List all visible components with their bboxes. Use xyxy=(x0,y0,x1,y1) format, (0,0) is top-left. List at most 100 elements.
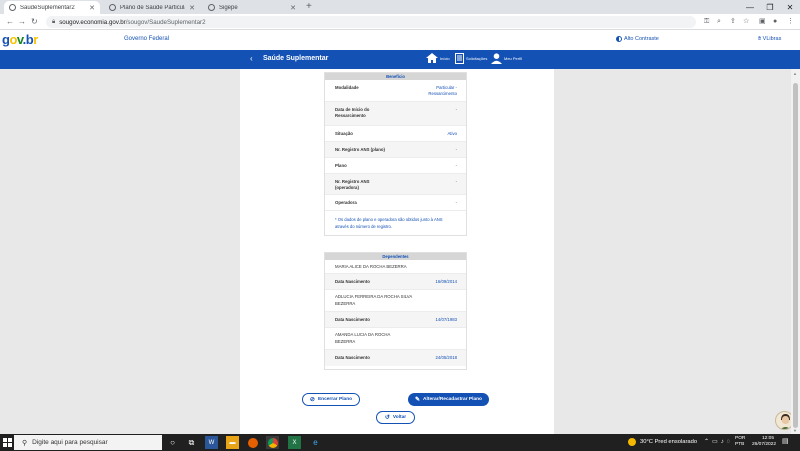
page-favicon-icon xyxy=(208,4,215,11)
page-favicon-icon xyxy=(109,4,116,11)
situacao-value: Ativo xyxy=(447,131,457,136)
edge-icon[interactable]: e xyxy=(309,436,322,449)
user-icon xyxy=(491,53,502,64)
ans-note: * Os dados de plano e operadora são obti… xyxy=(335,217,443,229)
clock-date: 26/07/2022 xyxy=(752,442,777,447)
nav-solicitacoes[interactable]: Solicitações xyxy=(455,53,487,64)
close-tab-icon[interactable]: ✕ xyxy=(189,4,195,12)
page-scrollbar[interactable]: ▲ ▼ xyxy=(791,69,800,434)
undo-icon: ↺ xyxy=(384,415,390,421)
dependent-name-row: ADLUCIA FERREIRA DA ROCHA SILVA BEZERRA xyxy=(325,290,466,312)
notification-icon[interactable]: ▤ xyxy=(782,437,789,445)
url-path: /sougov/SaudeSuplementar2 xyxy=(125,18,206,26)
lock-icon: 🔒︎ xyxy=(52,18,56,25)
firefox-icon[interactable] xyxy=(246,436,259,449)
minimize-icon[interactable]: — xyxy=(740,0,760,14)
address-bar[interactable]: 🔒︎ sougov.economia.gov.br /sougov/SaudeS… xyxy=(46,16,696,28)
file-explorer-icon[interactable]: ▬ xyxy=(226,436,239,449)
excel-app-icon[interactable]: X xyxy=(288,436,301,449)
encerrar-plano-label: Encerrar Plano xyxy=(317,397,353,402)
key-icon[interactable]: ⚿ xyxy=(704,17,709,27)
close-tab-icon[interactable]: ✕ xyxy=(89,4,95,12)
tab-label: SaudeSuplementar2 xyxy=(20,4,75,11)
beneficio-header: Benefício xyxy=(325,73,466,80)
document-icon xyxy=(455,53,464,64)
restore-icon[interactable]: ❐ xyxy=(760,0,780,14)
side-panel-icon[interactable]: ▣ xyxy=(759,17,766,27)
plano-value: - xyxy=(455,163,457,168)
dependentes-header: Dependentes xyxy=(325,253,466,260)
weather-text: 30°C Pred ensolarado xyxy=(640,439,698,445)
back-chevron-icon[interactable]: ‹ xyxy=(250,54,253,63)
close-tab-icon[interactable]: ✕ xyxy=(290,4,296,12)
profile-icon[interactable]: ● xyxy=(773,17,777,27)
back-arrow-icon[interactable]: ← xyxy=(6,16,14,28)
scroll-down-arrow-icon[interactable]: ▼ xyxy=(793,428,797,433)
menu-dots-icon[interactable]: ⋮ xyxy=(787,17,794,27)
pencil-icon: ✎ xyxy=(415,397,421,403)
browser-tab-saude-suplementar[interactable]: SaudeSuplementar2 ✕ xyxy=(4,1,100,14)
sun-icon xyxy=(628,438,636,446)
input-language[interactable]: POR PTB xyxy=(735,436,745,448)
encerrar-plano-button[interactable]: ⊘ Encerrar Plano xyxy=(302,393,360,406)
task-view-icon[interactable]: ⧉ xyxy=(185,436,198,449)
dependent-name: AMANDA LUCIA DA ROCHA BEZERRA xyxy=(335,332,391,344)
alterar-plano-button[interactable]: ✎ Alterar/Recadastrar Plano xyxy=(408,393,489,406)
table-row: Modalidade Particular - Ressarcimento xyxy=(325,80,466,102)
voltar-button[interactable]: ↺ Voltar xyxy=(376,411,415,424)
plano-label: Plano xyxy=(335,163,347,168)
close-window-icon[interactable]: ✕ xyxy=(780,0,800,14)
data-nascimento-value: 16/09/2014 xyxy=(435,279,457,284)
reload-icon[interactable]: ↻ xyxy=(31,16,38,28)
nav-inicio[interactable]: Início xyxy=(426,53,450,63)
govbr-logo[interactable]: gov.br xyxy=(2,32,38,47)
dependent-birth-row: Data Nascimento 16/09/2014 xyxy=(325,274,466,290)
new-tab-plus-icon[interactable]: + xyxy=(306,1,312,13)
keyboard-layout: PTB xyxy=(735,442,745,447)
page-favicon-icon xyxy=(9,4,16,11)
governo-federal-link[interactable]: Governo Federal xyxy=(124,36,169,42)
nav-inicio-label: Início xyxy=(440,55,450,61)
browser-tab-sigepe[interactable]: Sigepe ✕ xyxy=(203,1,301,14)
forward-arrow-icon[interactable]: → xyxy=(18,16,26,28)
voltar-label: Voltar xyxy=(392,415,407,420)
data-nascimento-label: Data Nascimento xyxy=(335,355,370,360)
data-nascimento-label: Data Nascimento xyxy=(335,279,370,284)
bookmark-star-icon[interactable]: ☆ xyxy=(743,17,749,27)
system-tray-icons[interactable]: ⌃▭♪◌ xyxy=(704,438,733,445)
share-icon[interactable]: ⇪ xyxy=(730,17,736,27)
contrast-label: Alto Contraste xyxy=(624,36,659,42)
table-row: Data de Início do Ressarcimento - xyxy=(325,102,466,126)
zoom-icon[interactable]: ⌕ xyxy=(717,17,721,27)
dependent-name: MARIA ALICE DA ROCHA BEZERRA xyxy=(335,264,407,269)
situacao-label: Situação xyxy=(335,131,353,136)
data-inicio-label: Data de Início do Ressarcimento xyxy=(335,107,370,118)
taskbar-search-placeholder: Digite aqui para pesquisar xyxy=(32,439,108,446)
operadora-value: - xyxy=(455,200,457,205)
table-row: Plano - xyxy=(325,158,466,174)
browser-tab-strip: SaudeSuplementar2 ✕ Plano de Saúde Parti… xyxy=(0,0,800,14)
scroll-up-arrow-icon[interactable]: ▲ xyxy=(793,71,797,76)
dependent-birth-row: Data Nascimento 14/07/1983 xyxy=(325,312,466,328)
windows-start-icon[interactable] xyxy=(1,436,14,449)
taskbar-clock[interactable]: 12:05 26/07/2022 xyxy=(752,436,777,448)
nav-meu-perfil[interactable]: Meu Perfil xyxy=(491,53,522,64)
url-host: sougov.economia.gov.br xyxy=(59,18,126,26)
data-nascimento-label: Data Nascimento xyxy=(335,317,370,322)
taskbar-search-box[interactable]: ⚲ Digite aqui para pesquisar xyxy=(14,435,162,450)
word-app-icon[interactable]: W xyxy=(205,436,218,449)
vlibras-label: VLibras xyxy=(762,36,782,42)
alterar-plano-label: Alterar/Recadastrar Plano xyxy=(423,397,482,402)
high-contrast-toggle[interactable]: Alto Contraste xyxy=(616,36,659,42)
browser-tab-plano-particular[interactable]: Plano de Saúde Particular - Rem ✕ xyxy=(104,1,200,14)
vlibras-link[interactable]: ✋︎ VLibras xyxy=(758,36,781,43)
table-row: Operadora - xyxy=(325,195,466,211)
chrome-icon[interactable] xyxy=(266,436,279,449)
gov-header: gov.br Governo Federal Alto Contraste ✋︎… xyxy=(0,30,800,50)
weather-widget[interactable]: 30°C Pred ensolarado xyxy=(628,438,697,446)
cortana-circle-icon[interactable]: ○ xyxy=(166,436,179,449)
operadora-label: Operadora xyxy=(335,200,357,205)
data-nascimento-value: 24/05/2018 xyxy=(435,355,457,360)
scroll-thumb[interactable] xyxy=(793,83,798,428)
registro-plano-label: Nr. Registro ANS (plano) xyxy=(335,147,385,152)
